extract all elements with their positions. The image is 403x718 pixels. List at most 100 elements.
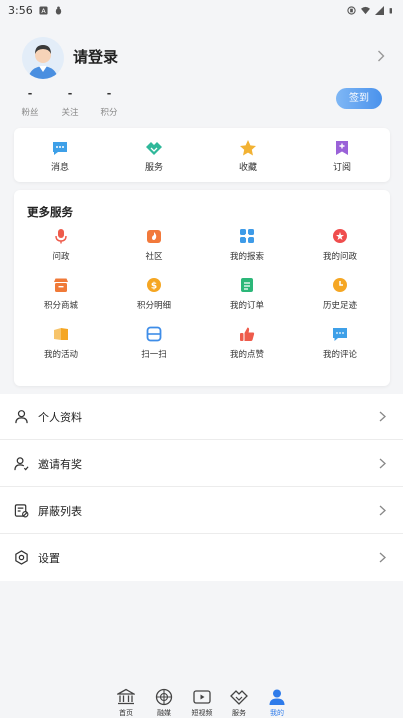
service-item-label: 我的报索 xyxy=(229,252,264,262)
grid-icon xyxy=(240,229,254,243)
status-bar: 3:56 A xyxy=(0,0,403,20)
coin-icon: $ xyxy=(147,278,161,292)
stat-following[interactable]: - 关注 xyxy=(50,87,90,119)
vibrate-icon xyxy=(347,5,356,15)
star-icon xyxy=(240,140,256,156)
thumbs-up-icon xyxy=(240,327,255,341)
block-list-icon xyxy=(14,504,29,518)
bug-icon xyxy=(55,5,61,15)
service-item-points-mall[interactable]: 积分商城 xyxy=(26,277,96,317)
notification-a-icon: A xyxy=(39,5,48,15)
menu-item-block-list[interactable]: 屏蔽列表 xyxy=(0,488,403,534)
settings-menu: 个人资料 邀请有奖 屏蔽列表 设置 xyxy=(0,394,403,581)
service-item-label: 我的点赞 xyxy=(229,350,264,360)
nav-item-label: 融媒 xyxy=(157,709,171,717)
nav-item-label: 短视频 xyxy=(191,709,213,717)
avatar-icon xyxy=(22,37,64,79)
media-icon xyxy=(155,688,173,706)
nav-item-label: 我的 xyxy=(270,709,284,717)
settings-icon xyxy=(15,550,28,565)
question-icon xyxy=(333,229,347,243)
menu-item-profile[interactable]: 个人资料 xyxy=(0,394,403,440)
service-item-my-reports[interactable]: 我的报索 xyxy=(212,228,282,268)
quick-action-favorites[interactable]: 收藏 xyxy=(218,128,278,182)
chevron-right-icon xyxy=(379,552,386,563)
service-item-my-activities[interactable]: 我的活动 xyxy=(26,326,96,366)
service-item-points-detail[interactable]: $ 积分明细 xyxy=(119,277,189,317)
chevron-right-icon xyxy=(379,505,386,516)
user-icon xyxy=(269,689,285,705)
service-item-my-wenzheng[interactable]: 我的问政 xyxy=(305,228,375,268)
menu-item-label: 邀请有奖 xyxy=(38,458,82,471)
stat-fans[interactable]: - 粉丝 xyxy=(10,87,50,119)
svg-text:A: A xyxy=(41,8,46,15)
person-icon xyxy=(15,410,28,424)
quick-actions-card: 消息 服务 收藏 订阅 xyxy=(14,128,390,182)
menu-item-label: 屏蔽列表 xyxy=(38,505,82,518)
stat-fans-value: - xyxy=(27,87,33,100)
service-item-label: 我的订单 xyxy=(229,301,264,311)
quick-action-label: 收藏 xyxy=(238,163,257,173)
stat-following-value: - xyxy=(67,87,73,100)
service-item-label: 我的评论 xyxy=(322,350,357,360)
quick-action-label: 订阅 xyxy=(332,163,351,173)
menu-item-label: 设置 xyxy=(38,552,60,565)
invite-icon xyxy=(14,457,29,471)
service-item-wenzheng[interactable]: 问政 xyxy=(26,228,96,268)
login-prompt[interactable]: 请登录 xyxy=(73,46,118,67)
more-services-card: 更多服务 问政 社区 我的报索 我的问政 积分商城 $ 积分明细 我的订单 历史… xyxy=(14,190,390,386)
svg-text:$: $ xyxy=(151,282,157,292)
service-item-scan[interactable]: 扫一扫 xyxy=(119,326,189,366)
shop-icon xyxy=(54,278,68,292)
service-item-label: 我的问政 xyxy=(322,252,357,262)
service-item-label: 积分明细 xyxy=(136,301,171,311)
quick-action-subscriptions[interactable]: 订阅 xyxy=(312,128,372,182)
community-icon xyxy=(147,230,161,243)
stat-points-value: - xyxy=(106,87,112,100)
service-item-my-likes[interactable]: 我的点赞 xyxy=(212,326,282,366)
nav-item-label: 首页 xyxy=(119,709,133,717)
video-icon xyxy=(193,690,211,704)
bottom-nav: 首页 融媒 短视频 服务 我的 xyxy=(0,660,403,718)
subscribe-icon xyxy=(336,141,348,155)
service-item-my-orders[interactable]: 我的订单 xyxy=(212,277,282,317)
status-time: 3:56 xyxy=(8,3,33,17)
microphone-icon xyxy=(55,229,67,244)
service-item-label: 社区 xyxy=(145,252,163,262)
service-item-label: 积分商城 xyxy=(43,301,78,311)
more-services-title: 更多服务 xyxy=(27,205,73,219)
scan-icon xyxy=(146,326,162,342)
activity-icon xyxy=(54,328,68,340)
service-item-my-comments[interactable]: 我的评论 xyxy=(305,326,375,366)
message-icon xyxy=(53,142,67,155)
quick-action-label: 服务 xyxy=(144,163,163,173)
wifi-icon xyxy=(361,6,370,14)
stat-points[interactable]: - 积分 xyxy=(89,87,129,119)
service-item-history[interactable]: 历史足迹 xyxy=(305,277,375,317)
service-item-community[interactable]: 社区 xyxy=(119,228,189,268)
service-item-label: 历史足迹 xyxy=(322,301,357,311)
order-icon xyxy=(241,278,253,292)
stat-fans-label: 粉丝 xyxy=(21,108,39,118)
chevron-right-icon xyxy=(379,411,386,422)
service-icon xyxy=(230,690,248,705)
quick-action-messages[interactable]: 消息 xyxy=(30,128,90,182)
service-item-label: 问政 xyxy=(52,252,70,262)
chevron-right-icon xyxy=(379,458,386,469)
handshake-icon xyxy=(146,142,162,155)
signal-icon xyxy=(375,5,384,15)
checkin-button[interactable]: 签到 xyxy=(336,88,382,109)
chevron-right-icon[interactable] xyxy=(377,50,385,62)
avatar[interactable] xyxy=(22,37,64,79)
stat-following-label: 关注 xyxy=(61,108,79,118)
comment-icon xyxy=(333,328,347,341)
service-item-label: 扫一扫 xyxy=(141,350,167,360)
service-item-label: 我的活动 xyxy=(43,350,78,360)
menu-item-settings[interactable]: 设置 xyxy=(0,535,403,581)
quick-action-label: 消息 xyxy=(50,163,69,173)
clock-icon xyxy=(333,278,347,292)
quick-action-services[interactable]: 服务 xyxy=(124,128,184,182)
battery-icon xyxy=(389,7,392,13)
menu-item-label: 个人资料 xyxy=(38,411,82,424)
menu-item-invite[interactable]: 邀请有奖 xyxy=(0,441,403,487)
